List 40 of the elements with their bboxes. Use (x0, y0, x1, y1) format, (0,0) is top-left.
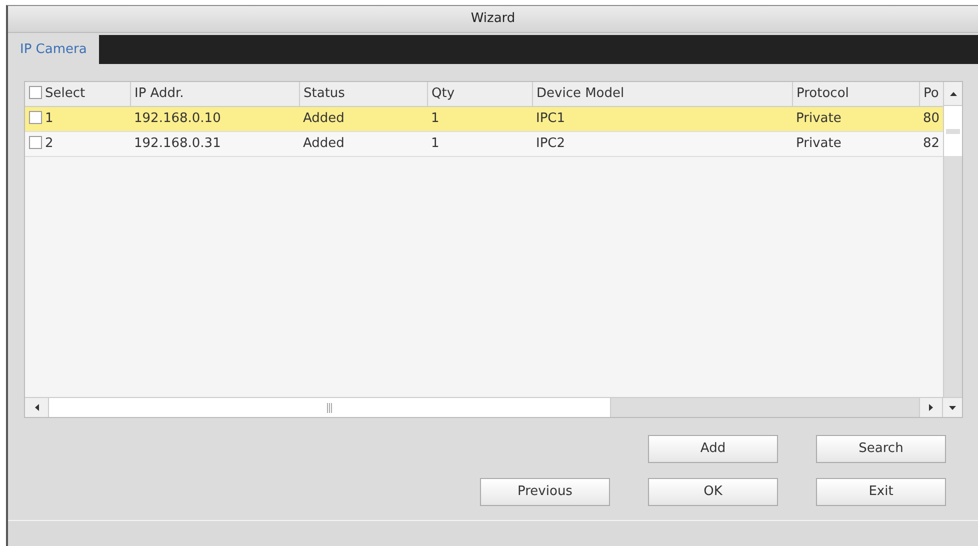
scroll-up-icon[interactable] (950, 92, 956, 96)
dialog-button[interactable]: Search (816, 435, 946, 463)
table-cell: 1 (431, 136, 440, 151)
window-title: Wizard (8, 6, 978, 33)
table-cell: IPC1 (536, 110, 566, 126)
checkbox[interactable] (29, 110, 42, 124)
column-header: Select (45, 86, 86, 101)
table-cell: Added (303, 136, 344, 151)
checkbox[interactable] (29, 136, 42, 149)
column-header: Status (304, 86, 345, 101)
table-cell: 80 (923, 110, 940, 126)
table-cell: Private (796, 110, 842, 126)
table-cell: 192.168.0.10 (134, 110, 221, 126)
table-row[interactable]: 1 192.168.0.10 Added 1 IPC1 Private 80 (25, 106, 943, 131)
column-header: IP Addr. (134, 86, 184, 101)
horizontal-scrollbar[interactable] (25, 397, 962, 417)
table-row[interactable]: 2 192.168.0.31 Added 1 IPC2 Private 82 (25, 131, 943, 156)
table-cell: Private (796, 136, 842, 151)
dialog-button[interactable]: Add (648, 435, 778, 463)
table-cell: 82 (923, 136, 940, 151)
table-cell: IPC2 (536, 136, 566, 151)
column-header: Device Model (536, 86, 624, 101)
table-cell: 2 (45, 136, 54, 151)
table-cell: 1 (45, 110, 54, 126)
scroll-left-icon[interactable] (34, 404, 38, 411)
table-cell: Added (303, 110, 344, 126)
vertical-scrollbar[interactable] (943, 82, 962, 397)
dialog-button[interactable]: Exit (816, 478, 946, 506)
scroll-right-icon[interactable] (929, 404, 933, 411)
scroll-down-icon[interactable] (949, 406, 956, 410)
scroll-thumb-icon[interactable] (946, 128, 960, 134)
scroll-grip-icon[interactable] (327, 402, 332, 412)
table-cell: 1 (431, 110, 440, 126)
column-header: Po (924, 86, 939, 101)
checkbox[interactable] (29, 86, 42, 99)
dialog-button[interactable]: OK (648, 478, 778, 506)
dialog-button[interactable]: Previous (480, 478, 610, 506)
table-cell: 192.168.0.31 (134, 136, 221, 151)
column-header: Protocol (796, 86, 849, 101)
column-header: Qty (432, 86, 455, 101)
